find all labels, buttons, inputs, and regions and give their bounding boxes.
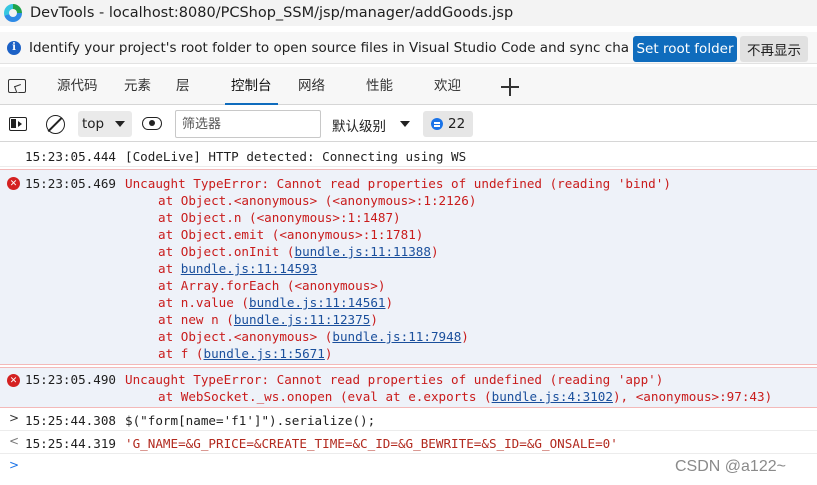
log-level-value: 默认级别 [332, 119, 386, 135]
prompt-chevron-icon: > [9, 458, 20, 472]
tab-welcome[interactable]: 欢迎 [434, 67, 461, 105]
stack-frame: at Object.<anonymous> (<anonymous>:1:212… [158, 193, 477, 208]
caret-down-icon [400, 121, 410, 127]
error-message: Uncaught TypeError: Cannot read properti… [125, 176, 671, 191]
message-timestamp: 15:25:44.308 [25, 413, 116, 428]
issues-counter-button[interactable]: 22 [423, 111, 473, 137]
source-link[interactable]: bundle.js:11:14593 [181, 261, 317, 276]
console-messages: 15:23:05.444 [CodeLive] HTTP detected: C… [0, 143, 817, 485]
log-level-select[interactable]: 默认级别 [332, 115, 414, 135]
source-link[interactable]: bundle.js:1:5671 [204, 346, 325, 361]
caret-down-icon [115, 121, 125, 127]
console-message-error: ✕ 15:23:05.469 Uncaught TypeError: Canno… [0, 169, 817, 365]
command-text: $("form[name='f1']").serialize(); [125, 413, 376, 428]
message-timestamp: 15:23:05.490 [25, 372, 116, 387]
execution-context-value: top [82, 116, 105, 132]
tab-console[interactable]: 控制台 [225, 67, 277, 105]
stack-frame: at Object.onInit (bundle.js:11:11388) [158, 244, 439, 259]
error-icon: ✕ [7, 177, 20, 190]
message-timestamp: 15:23:05.469 [25, 176, 116, 191]
tab-performance[interactable]: 性能 [366, 67, 393, 105]
clear-console-icon[interactable] [46, 115, 65, 134]
issues-count: 22 [448, 116, 466, 132]
message-text: [CodeLive] HTTP detected: Connecting usi… [125, 149, 467, 164]
source-link[interactable]: bundle.js:11:12375 [234, 312, 370, 327]
error-message: Uncaught TypeError: Cannot read properti… [125, 372, 664, 387]
device-emulation-icon[interactable] [8, 79, 26, 93]
tab-sources[interactable]: 源代码 [57, 67, 98, 105]
console-input-entry: > 15:25:44.308 $("form[name='f1']").seri… [0, 409, 817, 431]
stack-frame: at f (bundle.js:1:5671) [158, 346, 333, 361]
stack-frame: at bundle.js:11:14593 [158, 261, 318, 276]
more-tools-plus-icon[interactable] [501, 78, 519, 96]
result-string: 'G_NAME=&G_PRICE=&CREATE_TIME=&C_ID=&G_B… [125, 436, 618, 451]
message-timestamp: 15:23:05.444 [25, 149, 116, 164]
set-root-folder-button[interactable]: Set root folder [633, 36, 737, 62]
console-filter-input[interactable] [175, 110, 321, 138]
source-link[interactable]: bundle.js:11:11388 [294, 244, 430, 259]
infobar-message: Identify your project's root folder to o… [29, 39, 629, 56]
stack-frame: at new n (bundle.js:11:12375) [158, 312, 378, 327]
window-title: DevTools - localhost:8080/PCShop_SSM/jsp… [30, 5, 514, 21]
chevron-right-icon: > [9, 411, 20, 425]
console-result-entry: < 15:25:44.319 'G_NAME=&G_PRICE=&CREATE_… [0, 432, 817, 454]
stack-frame: at WebSocket._ws.onopen (eval at e.expor… [158, 389, 773, 404]
chevron-left-icon: < [9, 434, 20, 448]
vscode-sync-infobar: i Identify your project's root folder to… [0, 32, 817, 64]
stack-frame: at Object.n (<anonymous>:1:1487) [158, 210, 401, 225]
stack-frame: at n.value (bundle.js:11:14561) [158, 295, 394, 310]
tab-elements[interactable]: 元素 [124, 67, 151, 105]
execution-context-select[interactable]: top [78, 111, 132, 137]
console-message-info: 15:23:05.444 [CodeLive] HTTP detected: C… [0, 143, 817, 167]
dont-show-again-button[interactable]: 不再显示 [740, 36, 808, 62]
stack-frame: at Array.forEach (<anonymous>) [158, 278, 386, 293]
error-icon: ✕ [7, 374, 20, 387]
stack-frame: at Object.emit (<anonymous>:1:1781) [158, 227, 424, 242]
csdn-watermark: CSDN @a122~ [675, 458, 786, 475]
source-link[interactable]: bundle.js:11:7948 [332, 329, 461, 344]
tab-network[interactable]: 网络 [298, 67, 325, 105]
live-expression-eye-icon[interactable] [142, 117, 162, 130]
console-toolbar: top 默认级别 22 [0, 106, 817, 142]
edge-browser-icon [4, 4, 22, 22]
issues-message-icon [431, 118, 443, 130]
devtools-tabbar: 源代码 元素 层 控制台 网络 性能 欢迎 [0, 67, 817, 105]
source-link[interactable]: bundle.js:11:14561 [249, 295, 385, 310]
message-timestamp: 15:25:44.319 [25, 436, 116, 451]
show-console-sidebar-icon[interactable] [9, 117, 27, 131]
tab-layers[interactable]: 层 [176, 67, 190, 105]
source-link[interactable]: bundle.js:4:3102 [492, 389, 613, 404]
console-message-error: ✕ 15:23:05.490 Uncaught TypeError: Canno… [0, 367, 817, 408]
info-icon: i [7, 40, 21, 55]
stack-frame: at Object.<anonymous> (bundle.js:11:7948… [158, 329, 469, 344]
window-titlebar: DevTools - localhost:8080/PCShop_SSM/jsp… [0, 0, 817, 26]
